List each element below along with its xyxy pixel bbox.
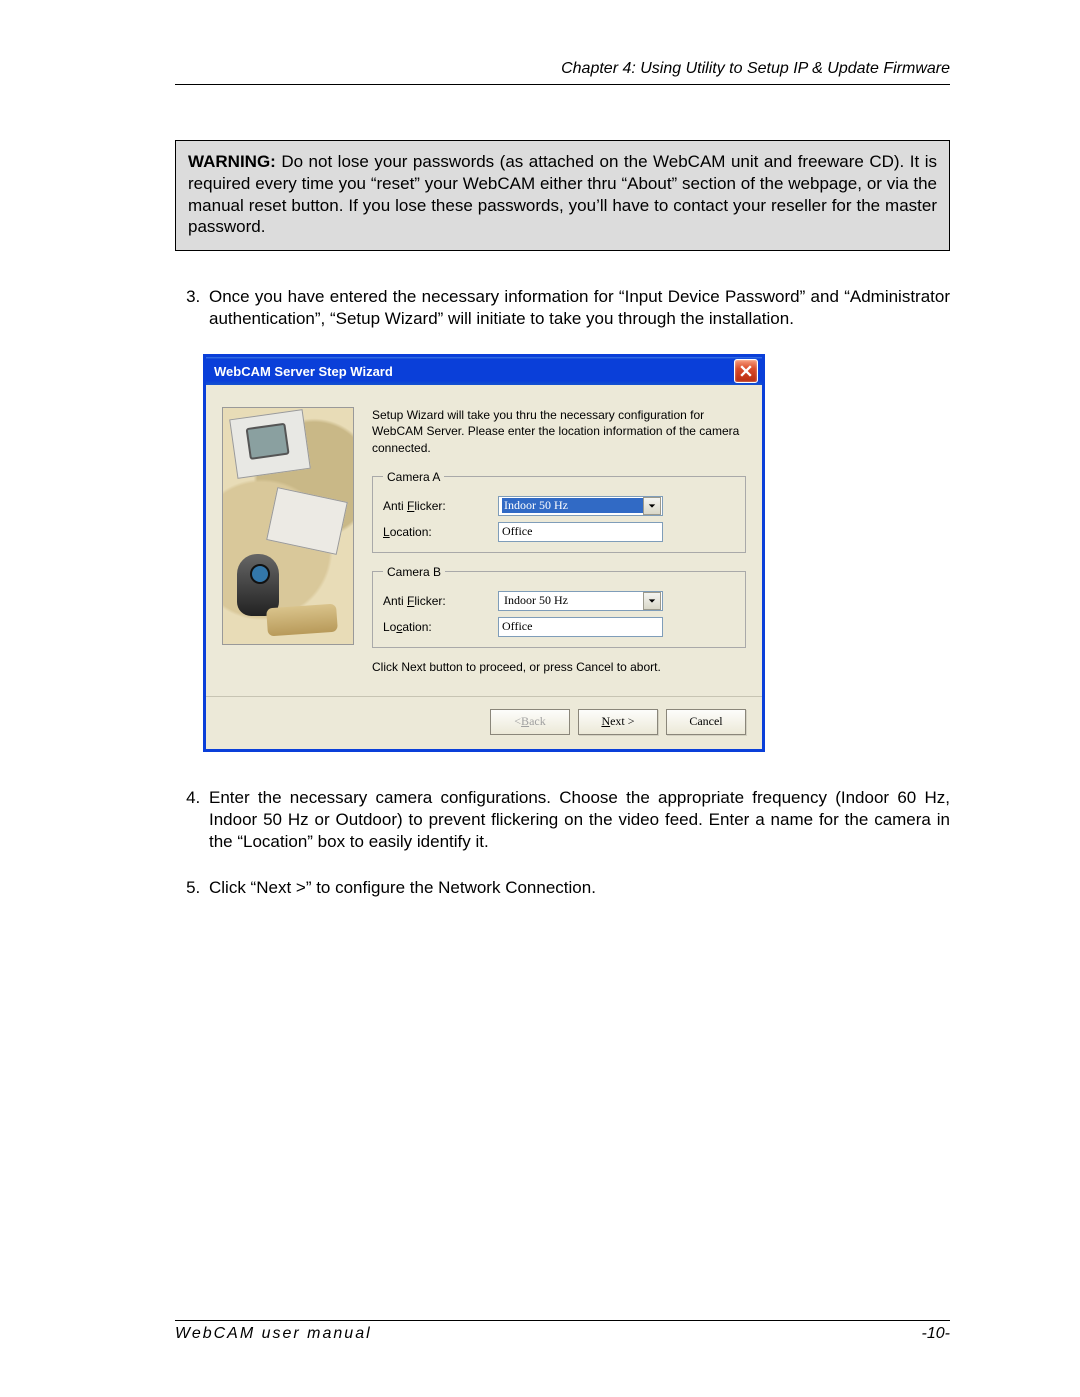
camera-a-group: Camera A Anti Flicker: Indoor 50 Hz Loca… [372,470,746,553]
manual-page: Chapter 4: Using Utility to Setup IP & U… [0,0,1080,1397]
step-3: Once you have entered the necessary info… [205,286,950,330]
wizard-title: WebCAM Server Step Wizard [214,364,393,379]
close-button[interactable] [734,359,758,383]
step-5: Click “Next >” to configure the Network … [205,877,950,899]
location-a-input[interactable] [498,522,663,542]
wizard-intro-text: Setup Wizard will take you thru the nece… [372,407,746,456]
anti-flicker-b-value: Indoor 50 Hz [502,593,643,608]
warning-title: WARNING: [188,152,276,171]
back-button: < Back [490,709,570,735]
page-footer: WebCAM user manual -10- [175,1320,950,1343]
anti-flicker-b-label: Anti Flicker: [383,594,498,608]
chapter-header: Chapter 4: Using Utility to Setup IP & U… [175,60,950,85]
camera-b-legend: Camera B [383,565,445,579]
wizard-screenshot: WebCAM Server Step Wizard Setup Wizard w… [203,354,950,752]
wizard-window: WebCAM Server Step Wizard Setup Wizard w… [203,354,765,752]
wizard-hint: Click Next button to proceed, or press C… [372,660,746,674]
footer-manual-name: WebCAM user manual [175,1325,372,1343]
anti-flicker-b-select[interactable]: Indoor 50 Hz [498,591,663,611]
camera-b-group: Camera B Anti Flicker: Indoor 50 Hz Loca… [372,565,746,648]
chevron-down-icon [643,497,661,515]
close-icon [740,365,752,377]
location-b-input[interactable] [498,617,663,637]
anti-flicker-a-value: Indoor 50 Hz [502,498,643,513]
location-a-label: Location: [383,525,498,539]
wizard-button-row: < Back Next > Cancel [206,697,762,749]
anti-flicker-a-select[interactable]: Indoor 50 Hz [498,496,663,516]
anti-flicker-a-label: Anti Flicker: [383,499,498,513]
location-b-label: Location: [383,620,498,634]
wizard-titlebar: WebCAM Server Step Wizard [206,357,762,385]
next-button[interactable]: Next > [578,709,658,735]
footer-page-number: -10- [922,1325,950,1343]
chevron-down-icon [643,592,661,610]
camera-a-legend: Camera A [383,470,444,484]
steps-list-cont: Enter the necessary camera configuration… [175,787,950,899]
wizard-illustration [222,407,354,645]
steps-list: Once you have entered the necessary info… [175,286,950,330]
step-4: Enter the necessary camera configuration… [205,787,950,853]
warning-body: Do not lose your passwords (as attached … [188,152,937,236]
cancel-button[interactable]: Cancel [666,709,746,735]
warning-box: WARNING: Do not lose your passwords (as … [175,140,950,251]
